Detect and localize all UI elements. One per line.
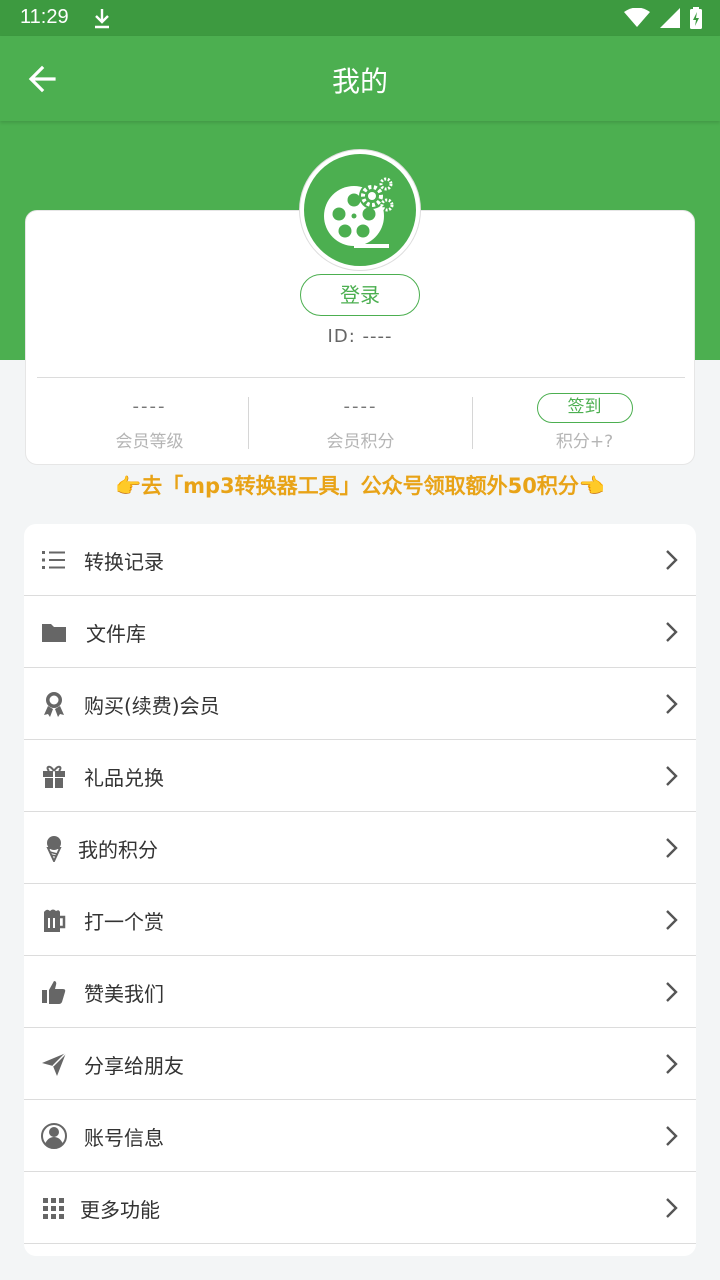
chevron-right-icon bbox=[666, 1126, 678, 1146]
menu-item-conversion-history[interactable]: 转换记录 bbox=[24, 524, 696, 596]
menu-item-more-features[interactable]: 更多功能 bbox=[24, 1172, 696, 1244]
sign-in-button[interactable]: 签到 bbox=[536, 393, 633, 423]
page-title: 我的 bbox=[331, 65, 388, 98]
user-id: ID: ---- bbox=[327, 326, 393, 347]
menu-item-label: 账号信息 bbox=[84, 1126, 164, 1150]
beer-mug-icon bbox=[44, 909, 66, 932]
member-points-value: ---- bbox=[343, 396, 378, 417]
menu-item-label: 我的积分 bbox=[78, 838, 158, 862]
login-button[interactable]: 登录 bbox=[300, 274, 420, 316]
download-icon bbox=[95, 9, 109, 29]
ice-cream-icon bbox=[46, 836, 62, 862]
menu-item-label: 礼品兑换 bbox=[84, 766, 164, 790]
menu-item-label: 购买(续费)会员 bbox=[84, 694, 220, 718]
battery-icon bbox=[690, 7, 702, 29]
chevron-right-icon bbox=[666, 622, 678, 642]
menu-item-label: 赞美我们 bbox=[84, 982, 164, 1006]
wifi-icon bbox=[624, 8, 650, 27]
chevron-right-icon bbox=[666, 694, 678, 714]
menu-item-file-library[interactable]: 文件库 bbox=[24, 596, 696, 668]
menu-item-tip[interactable]: 打一个赏 bbox=[24, 884, 696, 956]
gift-icon bbox=[43, 765, 65, 788]
points-bonus-label: 积分+? bbox=[555, 432, 614, 452]
stat-member-level: ---- 会员等级 bbox=[38, 393, 261, 452]
menu-item-my-points[interactable]: 我的积分 bbox=[24, 812, 696, 884]
menu-item-label: 打一个赏 bbox=[84, 910, 164, 934]
app-bar: 我的 bbox=[0, 36, 720, 121]
menu-item-label: 更多功能 bbox=[80, 1198, 160, 1222]
avatar[interactable] bbox=[300, 150, 420, 270]
chevron-right-icon bbox=[666, 1198, 678, 1218]
chevron-right-icon bbox=[666, 550, 678, 570]
film-reel-gears-icon bbox=[324, 177, 394, 248]
menu-item-label: 分享给朋友 bbox=[84, 1054, 184, 1078]
menu-item-share[interactable]: 分享给朋友 bbox=[24, 1028, 696, 1100]
paper-plane-icon bbox=[42, 1052, 67, 1076]
card-divider bbox=[37, 377, 685, 378]
promo-banner[interactable]: 👉去「mp3转换器工具」公众号领取额外50积分👈 bbox=[0, 470, 720, 500]
signal-icon bbox=[660, 8, 680, 28]
member-level-value: ---- bbox=[132, 396, 167, 417]
menu-item-label: 文件库 bbox=[86, 622, 146, 646]
status-bar: 11:29 bbox=[0, 0, 720, 36]
thumbs-up-icon bbox=[42, 981, 66, 1004]
stat-sign-in: 签到 积分+? bbox=[473, 393, 696, 452]
chevron-right-icon bbox=[666, 766, 678, 786]
menu-item-praise-us[interactable]: 赞美我们 bbox=[24, 956, 696, 1028]
award-ribbon-icon bbox=[44, 692, 64, 717]
menu-item-account-info[interactable]: 账号信息 bbox=[24, 1100, 696, 1172]
menu-item-label: 转换记录 bbox=[84, 550, 164, 574]
stat-member-points: ---- 会员积分 bbox=[249, 393, 472, 452]
menu-item-buy-membership[interactable]: 购买(续费)会员 bbox=[24, 668, 696, 740]
member-points-label: 会员积分 bbox=[326, 432, 395, 452]
status-time: 11:29 bbox=[20, 6, 69, 28]
chevron-right-icon bbox=[666, 838, 678, 858]
chevron-right-icon bbox=[666, 982, 678, 1002]
chevron-right-icon bbox=[666, 1054, 678, 1074]
grid-icon bbox=[43, 1198, 64, 1219]
menu-item-gift-exchange[interactable]: 礼品兑换 bbox=[24, 740, 696, 812]
list-icon bbox=[42, 551, 65, 569]
chevron-right-icon bbox=[666, 910, 678, 930]
user-circle-icon bbox=[41, 1123, 67, 1149]
menu-list: 转换记录 文件库 购买(续费)会员 礼品兑换 我的积分 打一个赏 赞美我们 分享… bbox=[24, 524, 696, 1256]
member-level-label: 会员等级 bbox=[115, 432, 184, 452]
folder-icon bbox=[42, 624, 66, 642]
